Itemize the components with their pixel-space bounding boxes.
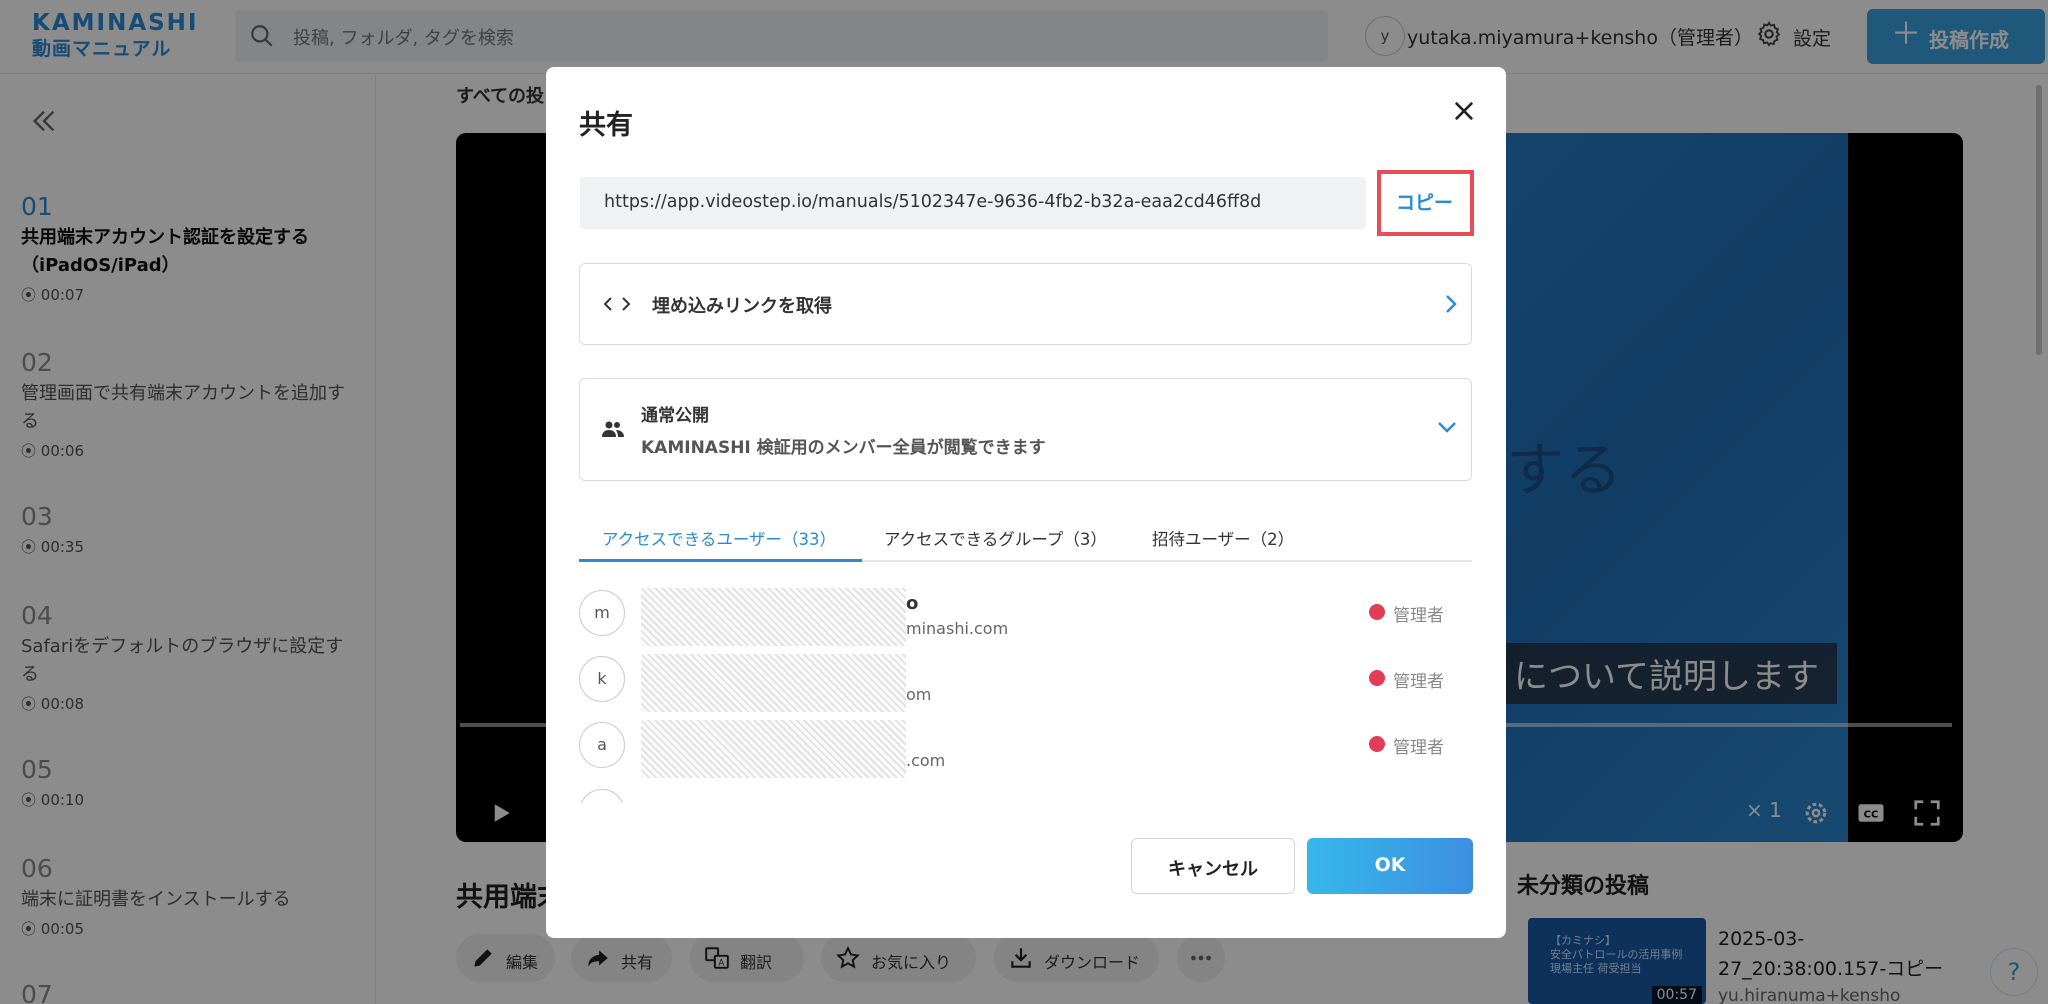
visibility-title: 通常公開 [641,406,709,426]
user-email-tail: om [906,685,932,704]
copy-button[interactable]: コピー [1396,188,1453,215]
avatar: m [579,590,625,636]
user-row: m o minashi.com 管理者 [579,588,1472,650]
chevron-right-icon [1446,295,1457,313]
ok-button[interactable]: OK [1307,838,1473,894]
user-name-tail: o [906,593,919,614]
share-url-field[interactable]: https://app.videostep.io/manuals/5102347… [580,177,1366,229]
redacted-user-info [641,588,906,646]
redacted-user-info [641,654,906,712]
role-label: 管理者 [1393,606,1444,626]
admin-dot [1369,604,1385,620]
role-label: 管理者 [1393,672,1444,692]
close-icon[interactable] [1450,97,1478,125]
chevron-down-icon [1438,422,1456,433]
avatar: a [579,722,625,768]
cancel-button[interactable]: キャンセル [1131,838,1295,894]
user-email-tail: minashi.com [906,619,1009,638]
user-email-tail: .com [906,751,946,770]
share-dialog: 共有 https://app.videostep.io/manuals/5102… [546,67,1506,938]
cancel-label: キャンセル [1168,859,1258,880]
people-icon [602,421,624,437]
code-icon [603,297,631,311]
tab-invited[interactable]: 招待ユーザー（2） [1152,519,1294,562]
ok-label: OK [1374,854,1406,876]
role-label: 管理者 [1393,738,1444,758]
avatar [579,789,625,803]
avatar: k [579,656,625,702]
dialog-title: 共有 [579,110,633,141]
user-row-partial [579,789,625,803]
admin-dot [1369,670,1385,686]
embed-link-label: 埋め込みリンクを取得 [652,296,832,317]
visibility-select[interactable]: 通常公開 KAMINASHI 検証用のメンバー全員が閲覧できます [579,378,1472,481]
redacted-user-info [641,720,906,778]
tab-groups[interactable]: アクセスできるグループ（3） [884,519,1107,562]
access-tabs: アクセスできるユーザー（33） アクセスできるグループ（3） 招待ユーザー（2） [579,519,1472,562]
embed-link-button[interactable]: 埋め込みリンクを取得 [579,263,1472,345]
share-url-text: https://app.videostep.io/manuals/5102347… [604,192,1262,212]
admin-dot [1369,736,1385,752]
tab-users[interactable]: アクセスできるユーザー（33） [579,519,862,562]
visibility-description: KAMINASHI 検証用のメンバー全員が閲覧できます [641,438,1046,458]
user-row: k om 管理者 [579,654,1472,716]
user-row: a .com 管理者 [579,720,1472,782]
